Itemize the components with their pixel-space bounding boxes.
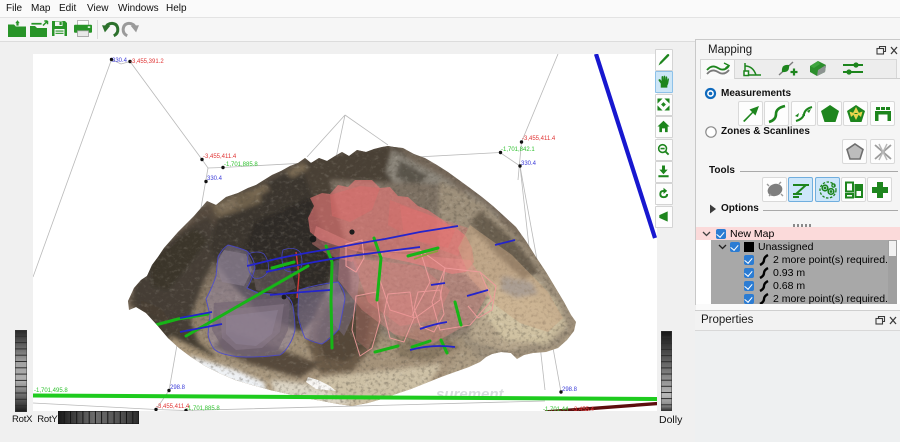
svg-text:298.8: 298.8 (562, 387, 578, 393)
svg-text:-1,701,495.8: -1,701,495.8 (34, 388, 68, 394)
svg-text:330.4: 330.4 (112, 58, 128, 64)
svg-text:330.4: 330.4 (521, 161, 537, 167)
svg-text:-3,455,411.4: -3,455,411.4 (522, 136, 556, 142)
svg-text:-3,455,411.4: -3,455,411.4 (203, 154, 237, 160)
svg-text:298.8: 298.8 (170, 385, 186, 391)
svg-text:surement: surement (436, 386, 505, 403)
svg-text:-1,701,885.8: -1,701,885.8 (186, 406, 220, 411)
svg-text:-3,455,391.2: -3,455,391.2 (130, 59, 164, 65)
svg-text:-1,701,44: -1,701,44 (543, 407, 569, 411)
svg-text:-3,455,4: -3,455,4 (572, 407, 595, 411)
svg-text:330.4: 330.4 (207, 176, 223, 182)
svg-text:-1,701,885.8: -1,701,885.8 (224, 162, 258, 168)
svg-text:-3,455,411.4: -3,455,411.4 (156, 404, 190, 410)
svg-text:-1,701,842.1: -1,701,842.1 (501, 147, 535, 153)
